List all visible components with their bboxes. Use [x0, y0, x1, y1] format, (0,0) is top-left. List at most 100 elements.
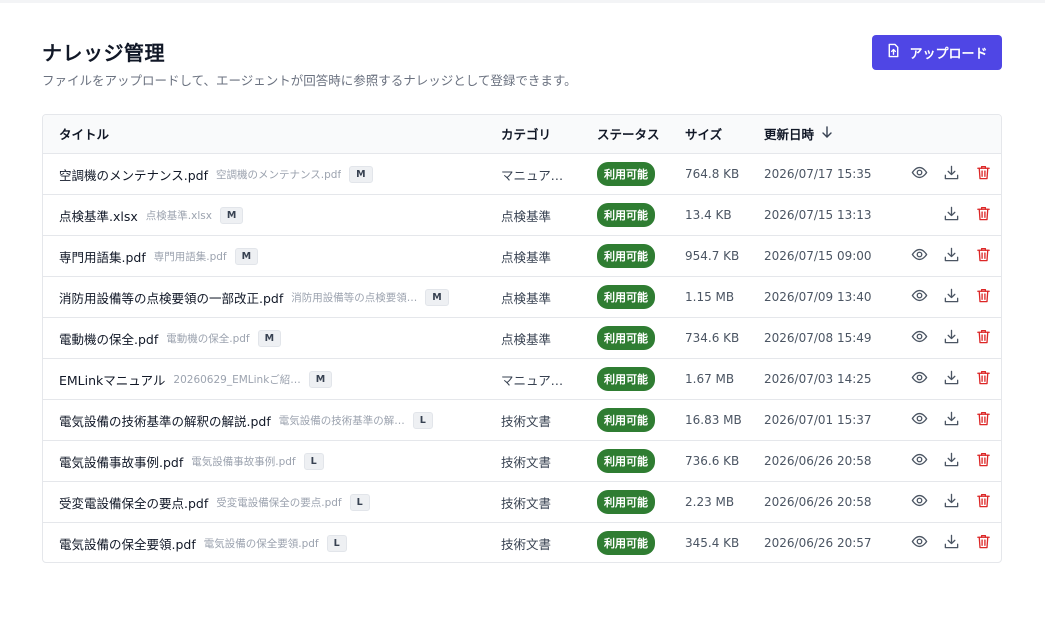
- original-filename: 消防用設備等の点検要領…: [291, 291, 418, 304]
- download-button[interactable]: [940, 277, 962, 317]
- table-row: 点検基準.xlsx 点検基準.xlsx M 点検基準 利用可能 13.4 KB …: [43, 195, 1001, 236]
- download-button[interactable]: [940, 318, 962, 358]
- file-title[interactable]: EMLinkマニュアル: [59, 370, 165, 389]
- trash-icon: [975, 246, 992, 267]
- eye-icon: [911, 533, 928, 554]
- size-class-badge: L: [412, 411, 433, 429]
- category-cell: 点検基準: [501, 277, 581, 317]
- view-button[interactable]: [908, 359, 930, 399]
- file-title[interactable]: 空調機のメンテナンス.pdf: [59, 165, 208, 184]
- size-cell: 1.67 MB: [685, 372, 735, 386]
- size-cell: 2.23 MB: [685, 495, 735, 509]
- file-title[interactable]: 受変電設備保全の要点.pdf: [59, 493, 208, 512]
- category-text: マニュアル…: [501, 167, 573, 183]
- category-text: 技術文書: [501, 495, 552, 511]
- file-title[interactable]: 電気設備の技術基準の解釈の解説.pdf: [59, 411, 271, 430]
- column-header-date[interactable]: 更新日時: [764, 115, 834, 154]
- delete-button[interactable]: [972, 400, 994, 440]
- trash-icon: [975, 410, 992, 431]
- download-button[interactable]: [940, 523, 962, 562]
- trash-icon: [975, 205, 992, 226]
- size-class-badge: M: [308, 370, 333, 388]
- download-icon: [943, 533, 960, 554]
- delete-button[interactable]: [972, 195, 994, 235]
- download-button[interactable]: [940, 195, 962, 235]
- table-header: タイトル カテゴリ ステータス サイズ 更新日時: [43, 115, 1001, 154]
- download-button[interactable]: [940, 359, 962, 399]
- delete-button[interactable]: [972, 236, 994, 276]
- view-button[interactable]: [908, 441, 930, 481]
- view-button[interactable]: [908, 154, 930, 194]
- size-class-badge: L: [326, 534, 347, 552]
- delete-button[interactable]: [972, 277, 994, 317]
- category-cell: 点検基準: [501, 236, 581, 276]
- size-class-badge: M: [257, 329, 282, 347]
- title-cell: 点検基準.xlsx 点検基準.xlsx M: [59, 195, 479, 235]
- status-cell: 利用可能: [597, 400, 655, 440]
- eye-icon: [911, 410, 928, 431]
- view-button[interactable]: [908, 236, 930, 276]
- table-body: 空調機のメンテナンス.pdf 空調機のメンテナンス.pdf M マニュアル… 利…: [43, 154, 1001, 562]
- category-cell: 技術文書: [501, 441, 581, 481]
- table-row: 専門用語集.pdf 専門用語集.pdf M 点検基準 利用可能 954.7 KB…: [43, 236, 1001, 277]
- status-cell: 利用可能: [597, 195, 655, 235]
- file-title[interactable]: 消防用設備等の点検要領の一部改正.pdf: [59, 288, 283, 307]
- delete-button[interactable]: [972, 482, 994, 522]
- download-button[interactable]: [940, 154, 962, 194]
- view-button[interactable]: [908, 482, 930, 522]
- upload-button-label: アップロード: [909, 47, 988, 62]
- file-title[interactable]: 電動機の保全.pdf: [59, 329, 158, 348]
- column-header-size[interactable]: サイズ: [685, 115, 722, 154]
- size-cell: 954.7 KB: [685, 249, 740, 263]
- delete-button[interactable]: [972, 154, 994, 194]
- file-title[interactable]: 専門用語集.pdf: [59, 247, 146, 266]
- upload-button[interactable]: アップロード: [872, 35, 1002, 70]
- original-filename: 電気設備事故事例.pdf: [191, 455, 296, 468]
- delete-button[interactable]: [972, 523, 994, 562]
- page-title: ナレッジ管理: [42, 41, 165, 65]
- status-badge: 利用可能: [597, 531, 655, 555]
- category-cell: 技術文書: [501, 523, 581, 562]
- original-filename: 専門用語集.pdf: [153, 250, 227, 263]
- delete-button[interactable]: [972, 318, 994, 358]
- eye-icon: [911, 328, 928, 349]
- file-title[interactable]: 点検基準.xlsx: [59, 206, 138, 225]
- size-cell: 736.6 KB: [685, 454, 740, 468]
- title-cell: 空調機のメンテナンス.pdf 空調機のメンテナンス.pdf M: [59, 154, 479, 194]
- download-button[interactable]: [940, 400, 962, 440]
- trash-icon: [975, 287, 992, 308]
- size-class-badge: M: [425, 288, 449, 306]
- eye-icon: [911, 451, 928, 472]
- column-header-status[interactable]: ステータス: [597, 115, 660, 154]
- column-header-category[interactable]: カテゴリ: [501, 115, 551, 154]
- category-text: 技術文書: [501, 413, 552, 429]
- view-button[interactable]: [908, 318, 930, 358]
- download-button[interactable]: [940, 236, 962, 276]
- date-cell: 2026/06/26 20:58: [764, 495, 872, 509]
- delete-button[interactable]: [972, 441, 994, 481]
- view-button[interactable]: [908, 523, 930, 562]
- view-button[interactable]: [908, 277, 930, 317]
- status-badge: 利用可能: [597, 162, 655, 186]
- view-button[interactable]: [908, 400, 930, 440]
- file-title[interactable]: 電気設備の保全要領.pdf: [59, 534, 196, 553]
- size-class-badge: L: [303, 452, 324, 470]
- file-title[interactable]: 電気設備事故事例.pdf: [59, 452, 183, 471]
- size-class-badge: M: [349, 165, 373, 183]
- page-description: ファイルをアップロードして、エージェントが回答時に参照するナレッジとして登録でき…: [42, 73, 577, 88]
- table-row: 電動機の保全.pdf 電動機の保全.pdf M 点検基準 利用可能 734.6 …: [43, 318, 1001, 359]
- column-header-title[interactable]: タイトル: [59, 115, 109, 154]
- size-class-badge: M: [234, 247, 259, 265]
- date-cell: 2026/07/08 15:49: [764, 331, 872, 345]
- size-cell: 764.8 KB: [685, 167, 740, 181]
- size-cell: 345.4 KB: [685, 536, 740, 550]
- date-cell: 2026/07/01 15:37: [764, 413, 872, 427]
- status-cell: 利用可能: [597, 277, 655, 317]
- download-button[interactable]: [940, 441, 962, 481]
- title-cell: 専門用語集.pdf 専門用語集.pdf M: [59, 236, 479, 276]
- status-cell: 利用可能: [597, 359, 655, 399]
- download-icon: [943, 492, 960, 513]
- title-cell: 受変電設備保全の要点.pdf 受変電設備保全の要点.pdf L: [59, 482, 479, 522]
- delete-button[interactable]: [972, 359, 994, 399]
- download-button[interactable]: [940, 482, 962, 522]
